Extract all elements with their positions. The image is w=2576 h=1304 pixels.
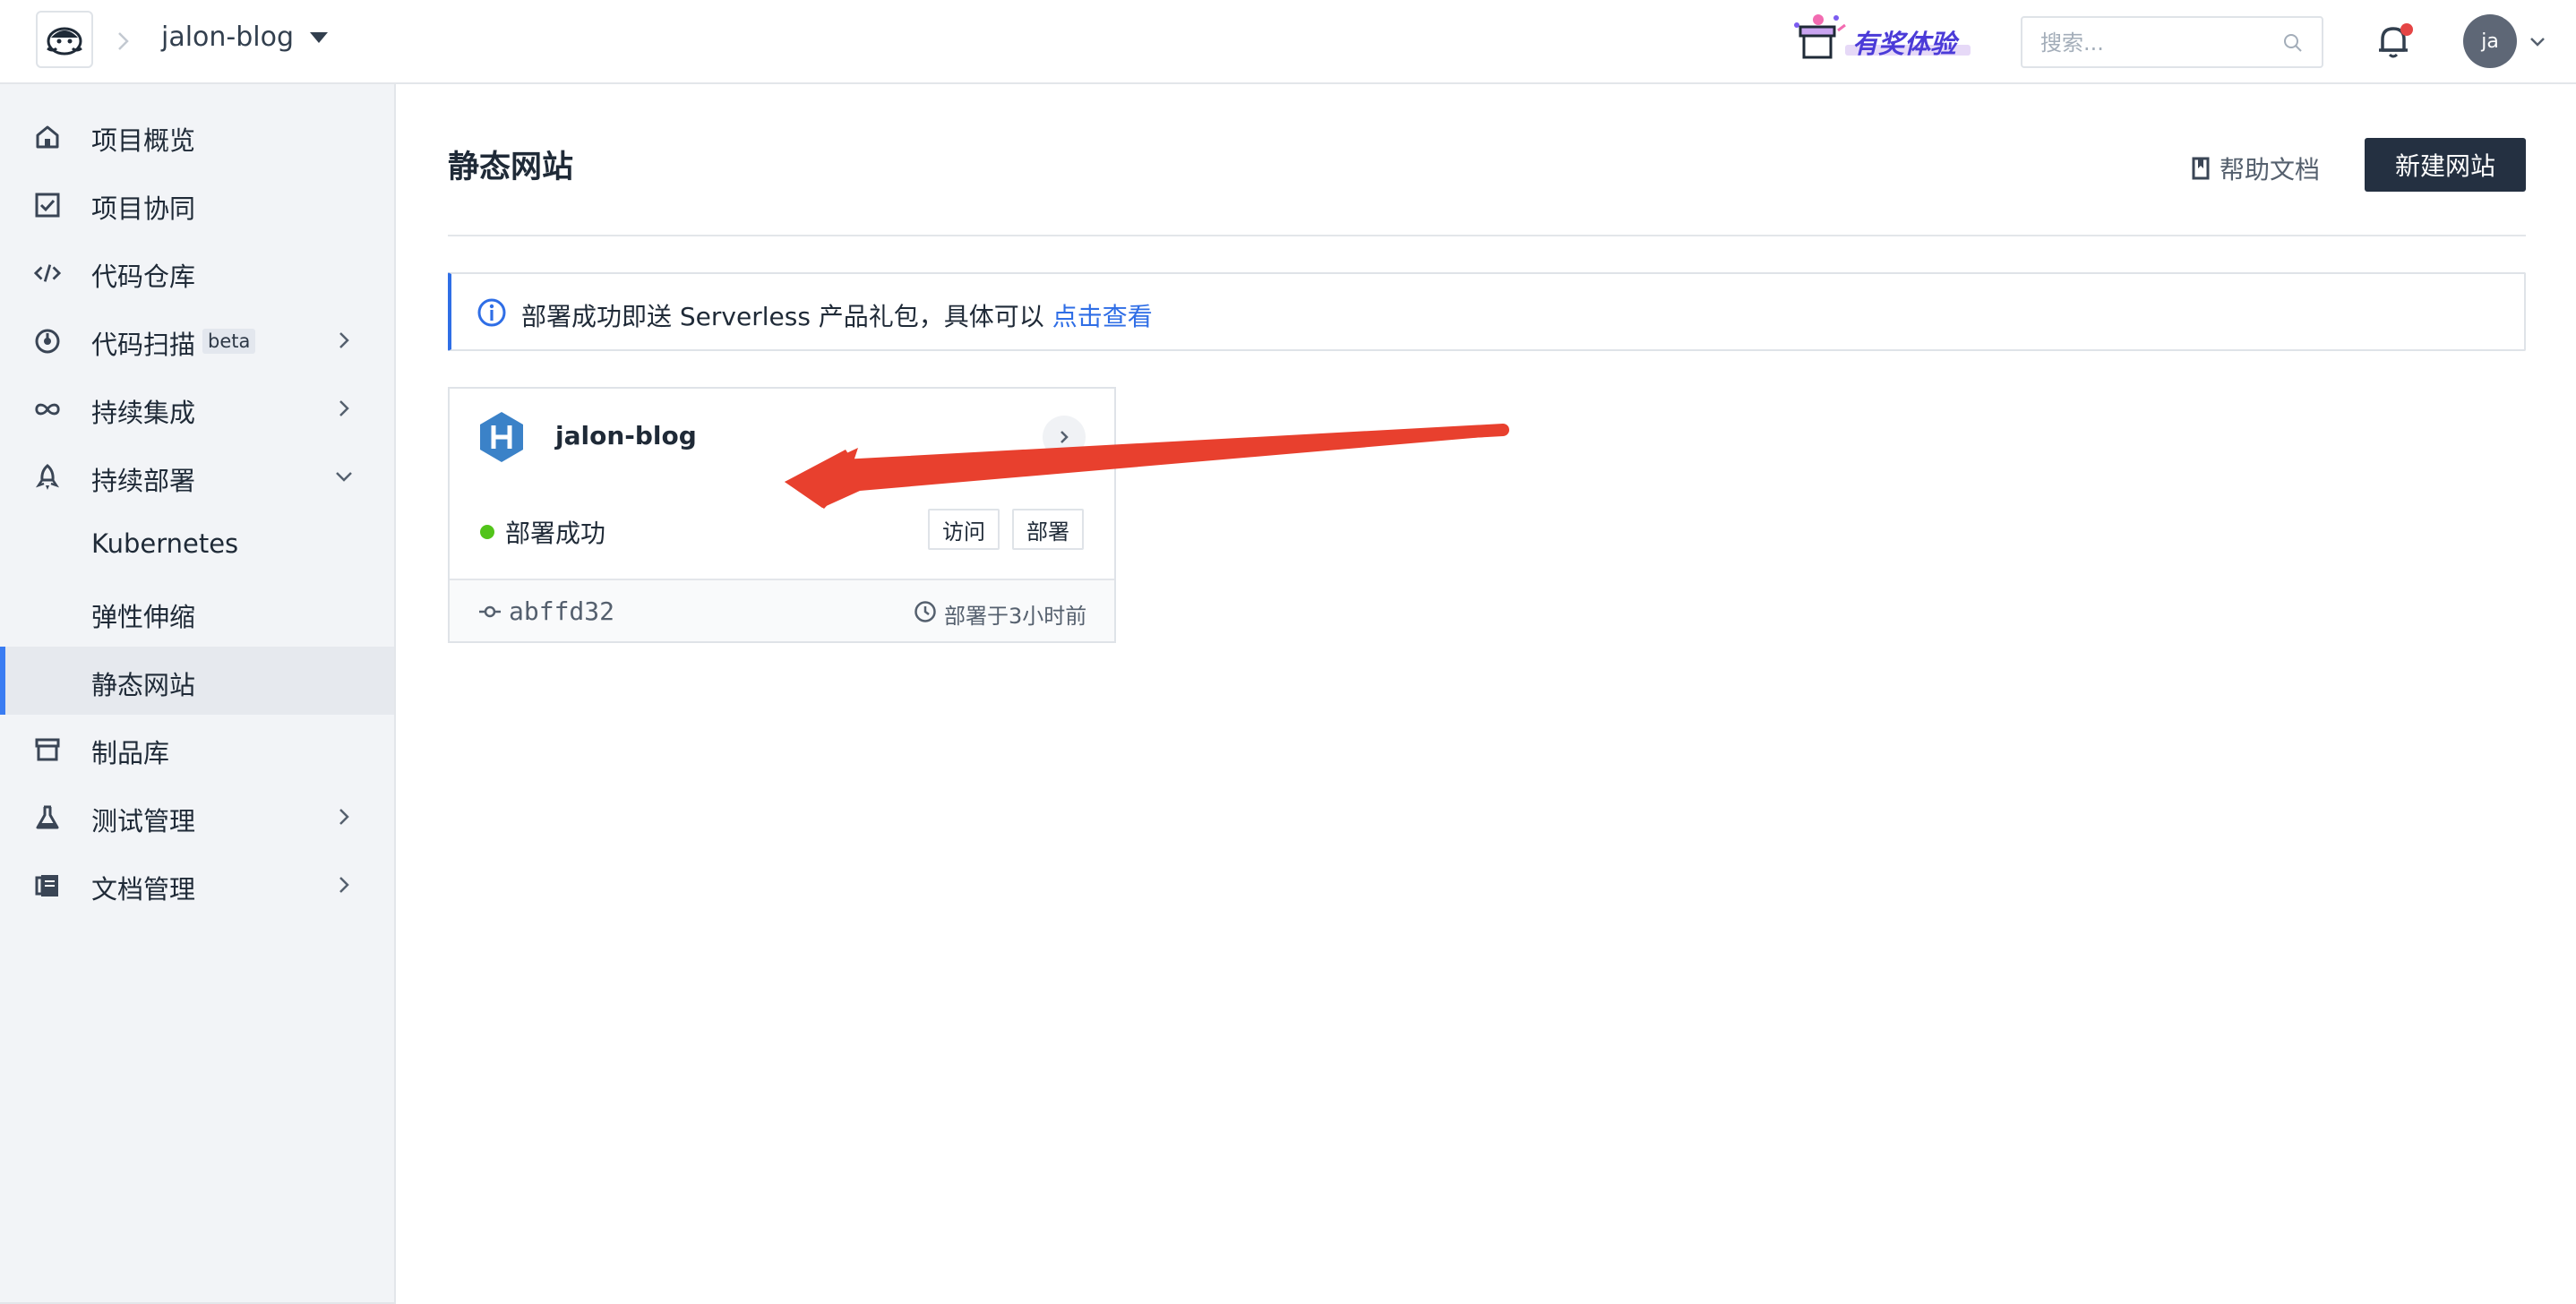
sidebar-item-artifacts[interactable]: 制品库 [0, 715, 394, 783]
chevron-right-icon [339, 332, 349, 348]
infinity-icon [34, 396, 61, 423]
notice-banner: 部署成功即送 Serverless 产品礼包，具体可以 点击查看 [448, 272, 2526, 351]
sidebar-item-label: 制品库 [91, 738, 170, 768]
search-icon[interactable] [2282, 32, 2304, 54]
help-docs-label: 帮助文档 [2220, 155, 2321, 184]
flask-icon [34, 804, 61, 831]
notification-bell[interactable] [2375, 21, 2415, 64]
sidebar-item-label: 代码扫描 [91, 330, 196, 360]
status-dot [480, 525, 494, 539]
rocket-icon [34, 464, 61, 491]
sidebar-item-kubernetes[interactable]: Kubernetes [0, 510, 394, 579]
archive-icon [34, 736, 61, 763]
sidebar-item-collaboration[interactable]: 项目协同 [0, 170, 394, 238]
sidebar-item-test-management[interactable]: 测试管理 [0, 783, 394, 851]
sidebar-item-code-scan[interactable]: 代码扫描 beta [0, 306, 394, 374]
sidebar-item-label: 项目概览 [91, 125, 196, 156]
commit-hash[interactable]: abffd32 [509, 596, 614, 626]
chevron-right-icon [339, 400, 349, 416]
deploy-status: 部署成功 [505, 519, 606, 548]
promo-label: 有奖体验 [1852, 29, 1957, 59]
sidebar-item-label: 文档管理 [91, 874, 196, 905]
deploy-time: 部署于3小时前 [944, 604, 1087, 629]
sidebar-item-overview[interactable]: 项目概览 [0, 102, 394, 170]
sidebar-item-cd[interactable]: 持续部署 [0, 442, 394, 510]
bookmark-icon [2192, 157, 2210, 180]
card-footer: abffd32 部署于3小时前 [450, 579, 1114, 641]
beta-badge: beta [202, 329, 256, 354]
hexo-logo-icon [480, 412, 523, 462]
chevron-down-icon [336, 472, 352, 482]
sidebar-item-ci[interactable]: 持续集成 [0, 374, 394, 442]
chevron-right-icon [339, 877, 349, 893]
breadcrumb-chevron-icon [118, 32, 129, 50]
deploy-button[interactable]: 部署 [1012, 509, 1084, 550]
title-divider [448, 235, 2526, 236]
home-icon [34, 124, 61, 150]
caret-down-icon [310, 31, 329, 43]
sidebar-item-label: Kubernetes [91, 528, 239, 559]
user-initials: ja [2481, 30, 2499, 53]
project-switcher[interactable]: jalon-blog [161, 21, 329, 53]
commit-icon [479, 605, 501, 618]
chevron-right-icon [339, 809, 349, 825]
sidebar-item-label: 持续集成 [91, 398, 196, 428]
site-name[interactable]: jalon-blog [555, 421, 697, 450]
code-icon [34, 260, 61, 287]
user-avatar[interactable]: ja [2463, 14, 2517, 68]
sidebar-item-docs[interactable]: 文档管理 [0, 851, 394, 919]
page-title: 静态网站 [448, 150, 574, 185]
book-icon [34, 872, 61, 899]
chevron-down-icon[interactable] [2528, 32, 2547, 52]
checkbox-icon [34, 192, 61, 219]
sidebar: 项目概览 项目协同 代码仓库 代码扫描 beta 持续集成 持续部署 Kuber… [0, 84, 396, 1304]
visit-button[interactable]: 访问 [928, 509, 1000, 550]
clock-icon [914, 601, 936, 622]
notification-dot [2400, 23, 2413, 36]
info-icon [477, 298, 506, 327]
gift-box-icon [1794, 14, 1846, 59]
sidebar-item-label: 弹性伸缩 [91, 602, 196, 632]
search-box[interactable] [2021, 16, 2323, 68]
project-name: jalon-blog [161, 21, 295, 53]
promo-banner[interactable]: 有奖体验 [1791, 13, 1971, 64]
sidebar-item-static-site[interactable]: 静态网站 [0, 647, 394, 715]
search-input[interactable] [2040, 27, 2273, 59]
coding-logo[interactable] [36, 11, 93, 68]
site-card[interactable]: jalon-blog 部署成功 访问 部署 abffd32 部署于3小时前 [448, 387, 1116, 643]
sidebar-item-autoscaling[interactable]: 弹性伸缩 [0, 579, 394, 647]
sidebar-item-label: 项目协同 [91, 193, 196, 224]
scan-icon [34, 328, 61, 355]
new-site-button[interactable]: 新建网站 [2365, 138, 2526, 192]
sidebar-item-label: 静态网站 [91, 670, 196, 700]
sidebar-item-label: 测试管理 [91, 806, 196, 836]
notice-link[interactable]: 点击查看 [1052, 302, 1153, 331]
notice-message: 部署成功即送 Serverless 产品礼包，具体可以 [521, 302, 1052, 331]
octopus-logo-icon [47, 27, 82, 56]
notice-text: 部署成功即送 Serverless 产品礼包，具体可以 点击查看 [521, 297, 1153, 333]
sidebar-item-code-repo[interactable]: 代码仓库 [0, 238, 394, 306]
chevron-right-icon [1060, 431, 1069, 443]
sidebar-item-label: 持续部署 [91, 466, 196, 496]
help-docs-link[interactable]: 帮助文档 [2191, 150, 2320, 186]
site-detail-button[interactable] [1043, 416, 1086, 459]
top-bar: jalon-blog 有奖体验 ja [0, 0, 2576, 84]
sidebar-item-label: 代码仓库 [91, 262, 196, 292]
